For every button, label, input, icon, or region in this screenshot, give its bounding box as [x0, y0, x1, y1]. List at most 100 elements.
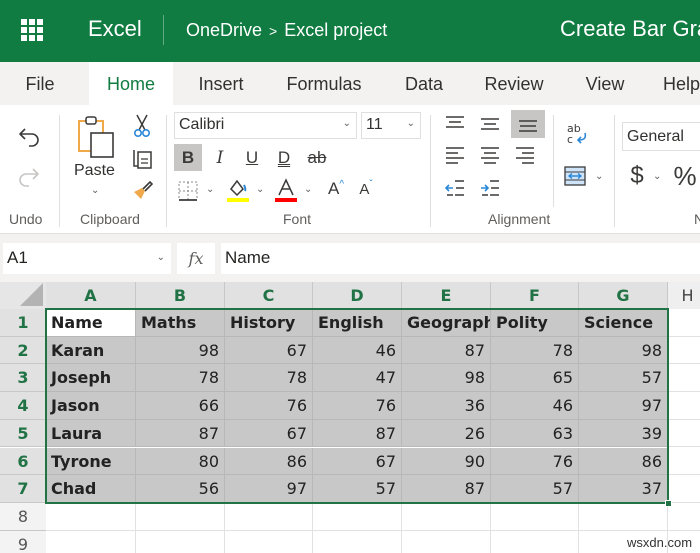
cell-f2[interactable]: 78 — [491, 336, 579, 365]
cell-e3[interactable]: 98 — [402, 364, 491, 393]
percent-format-button[interactable]: % — [671, 161, 699, 191]
cell-a2[interactable]: Karan — [46, 336, 136, 365]
row-header-6[interactable]: 6 — [0, 447, 46, 476]
cell-e5[interactable]: 26 — [402, 419, 491, 448]
cell-f7[interactable]: 57 — [491, 475, 579, 503]
row-header-9[interactable]: 9 — [0, 530, 46, 553]
paste-button[interactable]: Paste — [74, 162, 115, 180]
cell-d5[interactable]: 87 — [313, 419, 402, 448]
name-box[interactable]: A1 ⌄ — [3, 243, 171, 274]
cell-h3[interactable] — [668, 364, 700, 393]
decrease-font-size-icon[interactable]: Aˇ — [355, 178, 377, 200]
wrap-text-icon[interactable]: ab c — [563, 119, 591, 149]
cell-b7[interactable]: 56 — [136, 475, 225, 503]
tab-home[interactable]: Home — [89, 62, 173, 105]
merge-center-icon[interactable] — [561, 163, 589, 189]
column-header-b[interactable]: B — [136, 282, 225, 309]
cell-g8[interactable] — [579, 502, 668, 531]
column-header-d[interactable]: D — [313, 282, 402, 309]
row-header-5[interactable]: 5 — [0, 419, 46, 448]
tab-view[interactable]: View — [574, 62, 636, 105]
paste-icon[interactable] — [75, 113, 119, 163]
cell-c6[interactable]: 86 — [225, 447, 313, 476]
align-top-icon[interactable] — [441, 111, 469, 137]
cell-a5[interactable]: Laura — [46, 419, 136, 448]
cell-h5[interactable] — [668, 419, 700, 448]
fill-color-icon[interactable] — [225, 176, 251, 204]
cell-e1[interactable]: Geography — [402, 309, 491, 337]
cell-h7[interactable] — [668, 475, 700, 503]
cell-c1[interactable]: History — [225, 309, 313, 337]
cell-e4[interactable]: 36 — [402, 392, 491, 420]
cell-f9[interactable] — [491, 530, 579, 553]
cell-b5[interactable]: 87 — [136, 419, 225, 448]
cell-d2[interactable]: 46 — [313, 336, 402, 365]
cell-a3[interactable]: Joseph — [46, 364, 136, 393]
cell-d3[interactable]: 47 — [313, 364, 402, 393]
cell-f1[interactable]: Polity — [491, 309, 579, 337]
cell-f4[interactable]: 46 — [491, 392, 579, 420]
cell-a6[interactable]: Tyrone — [46, 447, 136, 476]
merge-dropdown-icon[interactable]: ⌄ — [595, 171, 603, 182]
cut-icon[interactable] — [130, 113, 154, 139]
strikethrough-button[interactable]: ab — [303, 144, 331, 171]
cell-a7[interactable]: Chad — [46, 475, 136, 503]
paste-dropdown-icon[interactable]: ⌄ — [91, 185, 99, 196]
align-middle-icon[interactable] — [476, 111, 504, 137]
italic-button[interactable]: I — [206, 144, 234, 171]
cell-b2[interactable]: 98 — [136, 336, 225, 365]
cell-h4[interactable] — [668, 392, 700, 420]
chevron-down-icon[interactable]: ⌄ — [157, 252, 165, 263]
cell-g1[interactable]: Science — [579, 309, 668, 337]
number-format-select[interactable]: General — [622, 122, 700, 151]
cell-d6[interactable]: 67 — [313, 447, 402, 476]
currency-format-button[interactable]: $ — [627, 161, 647, 191]
tab-help[interactable]: Help — [656, 62, 700, 105]
cell-b3[interactable]: 78 — [136, 364, 225, 393]
cell-a4[interactable]: Jason — [46, 392, 136, 420]
tab-review[interactable]: Review — [474, 62, 554, 105]
cell-f3[interactable]: 65 — [491, 364, 579, 393]
row-header-8[interactable]: 8 — [0, 502, 46, 531]
column-header-g[interactable]: G — [579, 282, 668, 309]
cell-a1[interactable]: Name — [46, 309, 136, 337]
decrease-indent-icon[interactable] — [441, 175, 469, 201]
cell-g6[interactable]: 86 — [579, 447, 668, 476]
align-bottom-icon[interactable] — [511, 110, 545, 138]
cell-g4[interactable]: 97 — [579, 392, 668, 420]
cell-h2[interactable] — [668, 336, 700, 365]
borders-dropdown-icon[interactable]: ⌄ — [206, 184, 214, 195]
tab-insert[interactable]: Insert — [182, 62, 260, 105]
cell-e8[interactable] — [402, 502, 491, 531]
cell-g5[interactable]: 39 — [579, 419, 668, 448]
breadcrumb-onedrive[interactable]: OneDrive — [186, 20, 262, 41]
font-color-dropdown-icon[interactable]: ⌄ — [304, 184, 312, 195]
column-header-e[interactable]: E — [402, 282, 491, 309]
cell-b6[interactable]: 80 — [136, 447, 225, 476]
cell-e7[interactable]: 87 — [402, 475, 491, 503]
cell-c9[interactable] — [225, 530, 313, 553]
cell-d8[interactable] — [313, 502, 402, 531]
cell-e6[interactable]: 90 — [402, 447, 491, 476]
row-header-3[interactable]: 3 — [0, 364, 46, 393]
row-header-2[interactable]: 2 — [0, 336, 46, 365]
cell-b9[interactable] — [136, 530, 225, 553]
cell-h8[interactable] — [668, 502, 700, 531]
insert-function-icon[interactable]: fx — [177, 243, 215, 274]
double-underline-button[interactable]: D — [270, 144, 298, 171]
cell-f5[interactable]: 63 — [491, 419, 579, 448]
cell-d1[interactable]: English — [313, 309, 402, 337]
cell-a9[interactable] — [46, 530, 136, 553]
align-center-icon[interactable] — [476, 143, 504, 169]
column-header-c[interactable]: C — [225, 282, 313, 309]
column-header-f[interactable]: F — [491, 282, 579, 309]
column-header-a[interactable]: A — [46, 282, 136, 309]
cell-h6[interactable] — [668, 447, 700, 476]
tab-file[interactable]: File — [8, 62, 72, 105]
row-header-1[interactable]: 1 — [0, 309, 46, 337]
cell-b8[interactable] — [136, 502, 225, 531]
formula-input[interactable]: Name — [221, 243, 700, 274]
font-name-select[interactable]: Calibri ⌄ — [174, 112, 357, 139]
increase-indent-icon[interactable] — [476, 175, 504, 201]
breadcrumb-folder[interactable]: Excel project — [284, 20, 387, 41]
